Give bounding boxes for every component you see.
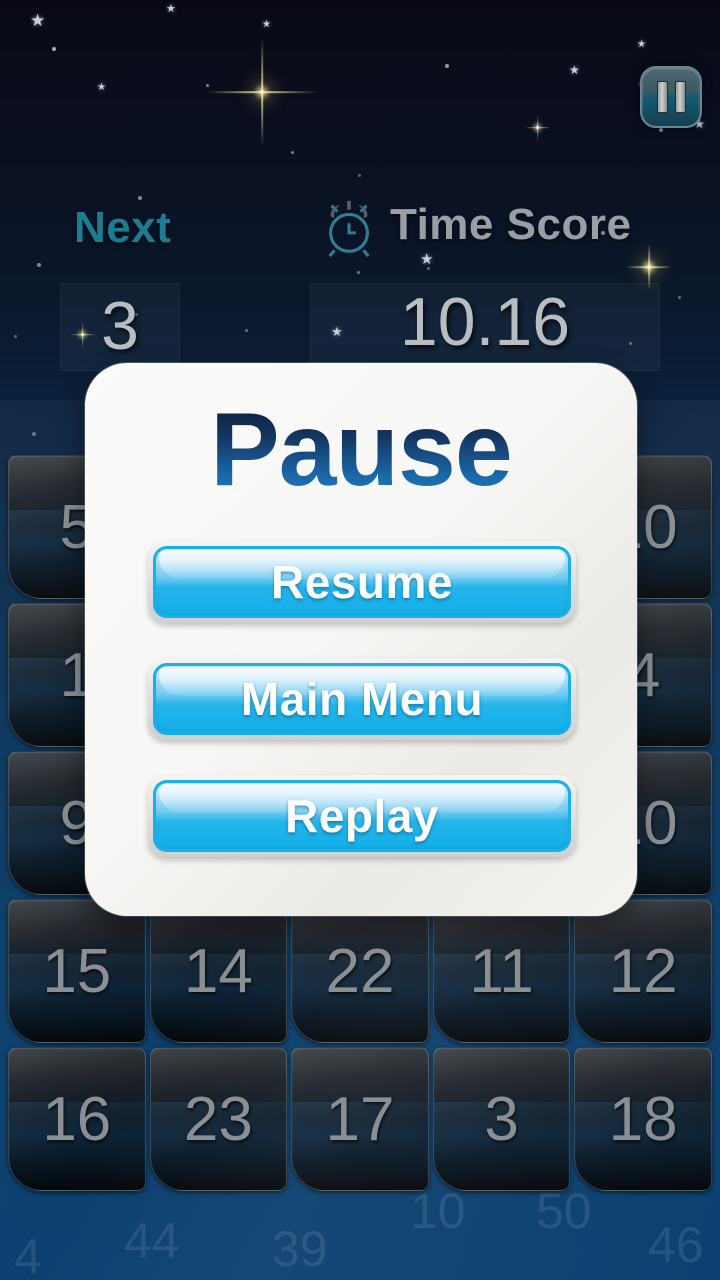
star-icon: ★ [420, 251, 434, 268]
glow-star-icon [260, 90, 264, 94]
tile-row: 16 23 17 3 18 [0, 1047, 720, 1191]
star-icon: ★ [166, 3, 176, 15]
star-dot [37, 263, 41, 267]
star-dot [445, 64, 449, 68]
tile[interactable]: 3 [432, 1047, 571, 1191]
hint-number: 46 [648, 1217, 704, 1273]
tile-row: 15 14 22 11 12 [0, 899, 720, 1043]
glow-star-icon [536, 126, 539, 129]
star-icon: ★ [637, 39, 646, 50]
resume-button[interactable]: Resume [148, 541, 576, 623]
tile-number: 3 [484, 1084, 519, 1154]
pause-button[interactable] [640, 66, 702, 128]
tile-number: 11 [469, 936, 534, 1006]
star-icon: ★ [30, 11, 46, 30]
resume-button-face: Resume [153, 546, 571, 618]
tile-number: 12 [608, 936, 678, 1006]
hint-number: 50 [536, 1183, 592, 1239]
replay-button-face: Replay [153, 780, 571, 852]
tile-number: 23 [183, 1084, 253, 1154]
next-value: 3 [101, 288, 139, 364]
pause-icon-bar-left [656, 81, 668, 113]
replay-button[interactable]: Replay [148, 775, 576, 857]
star-icon: ★ [262, 19, 271, 30]
tile[interactable]: 17 [291, 1047, 429, 1191]
tile[interactable]: 18 [574, 1047, 712, 1191]
pause-dialog: Pause Resume Main Menu Replay [85, 363, 637, 916]
hint-number: 39 [272, 1221, 328, 1277]
tile-number: 15 [42, 936, 112, 1006]
star-dot [427, 267, 430, 270]
star-dot [358, 174, 361, 177]
tile[interactable]: 14 [149, 899, 288, 1043]
tile[interactable]: 22 [291, 899, 429, 1043]
star-dot [678, 296, 681, 299]
pause-icon-bar-right [674, 81, 686, 113]
tile[interactable]: 12 [574, 899, 712, 1043]
time-score-value: 10.16 [399, 284, 571, 360]
hint-number: 10 [410, 1183, 466, 1239]
tile-number: 16 [42, 1084, 112, 1154]
tile[interactable]: 23 [149, 1047, 288, 1191]
star-dot [291, 151, 294, 154]
star-dot [52, 47, 56, 51]
star-dot [245, 329, 248, 332]
hint-number: 44 [124, 1213, 180, 1269]
tile-number: 18 [608, 1084, 678, 1154]
resume-button-label: Resume [271, 556, 453, 608]
dialog-title: Pause [85, 391, 637, 510]
star-dot [357, 271, 360, 274]
tile-number: 22 [325, 936, 395, 1006]
replay-button-label: Replay [285, 790, 439, 842]
game-screen: ★ ★ ★ ★ ★ ★ ★ ★ ★ ★ Next Time Score 3 10… [0, 0, 720, 1280]
time-score-label: Time Score [390, 200, 632, 249]
next-label: Next [74, 203, 172, 252]
star-dot [206, 84, 209, 87]
main-menu-button[interactable]: Main Menu [148, 658, 576, 740]
star-icon: ★ [569, 63, 580, 77]
tile-number: 14 [183, 936, 253, 1006]
star-icon: ★ [97, 82, 106, 93]
hint-number: 4 [14, 1229, 42, 1280]
alarm-clock-icon [328, 200, 370, 258]
tile[interactable]: 15 [8, 899, 146, 1043]
main-menu-button-face: Main Menu [153, 663, 571, 735]
star-dot [138, 196, 142, 200]
tile[interactable]: 16 [8, 1047, 146, 1191]
main-menu-button-label: Main Menu [240, 673, 484, 725]
star-dot [32, 432, 36, 436]
tile[interactable]: 11 [432, 899, 571, 1043]
star-dot [14, 335, 17, 338]
tile-number: 17 [325, 1084, 395, 1154]
star-dot [659, 128, 663, 132]
glow-star-icon [647, 265, 651, 269]
